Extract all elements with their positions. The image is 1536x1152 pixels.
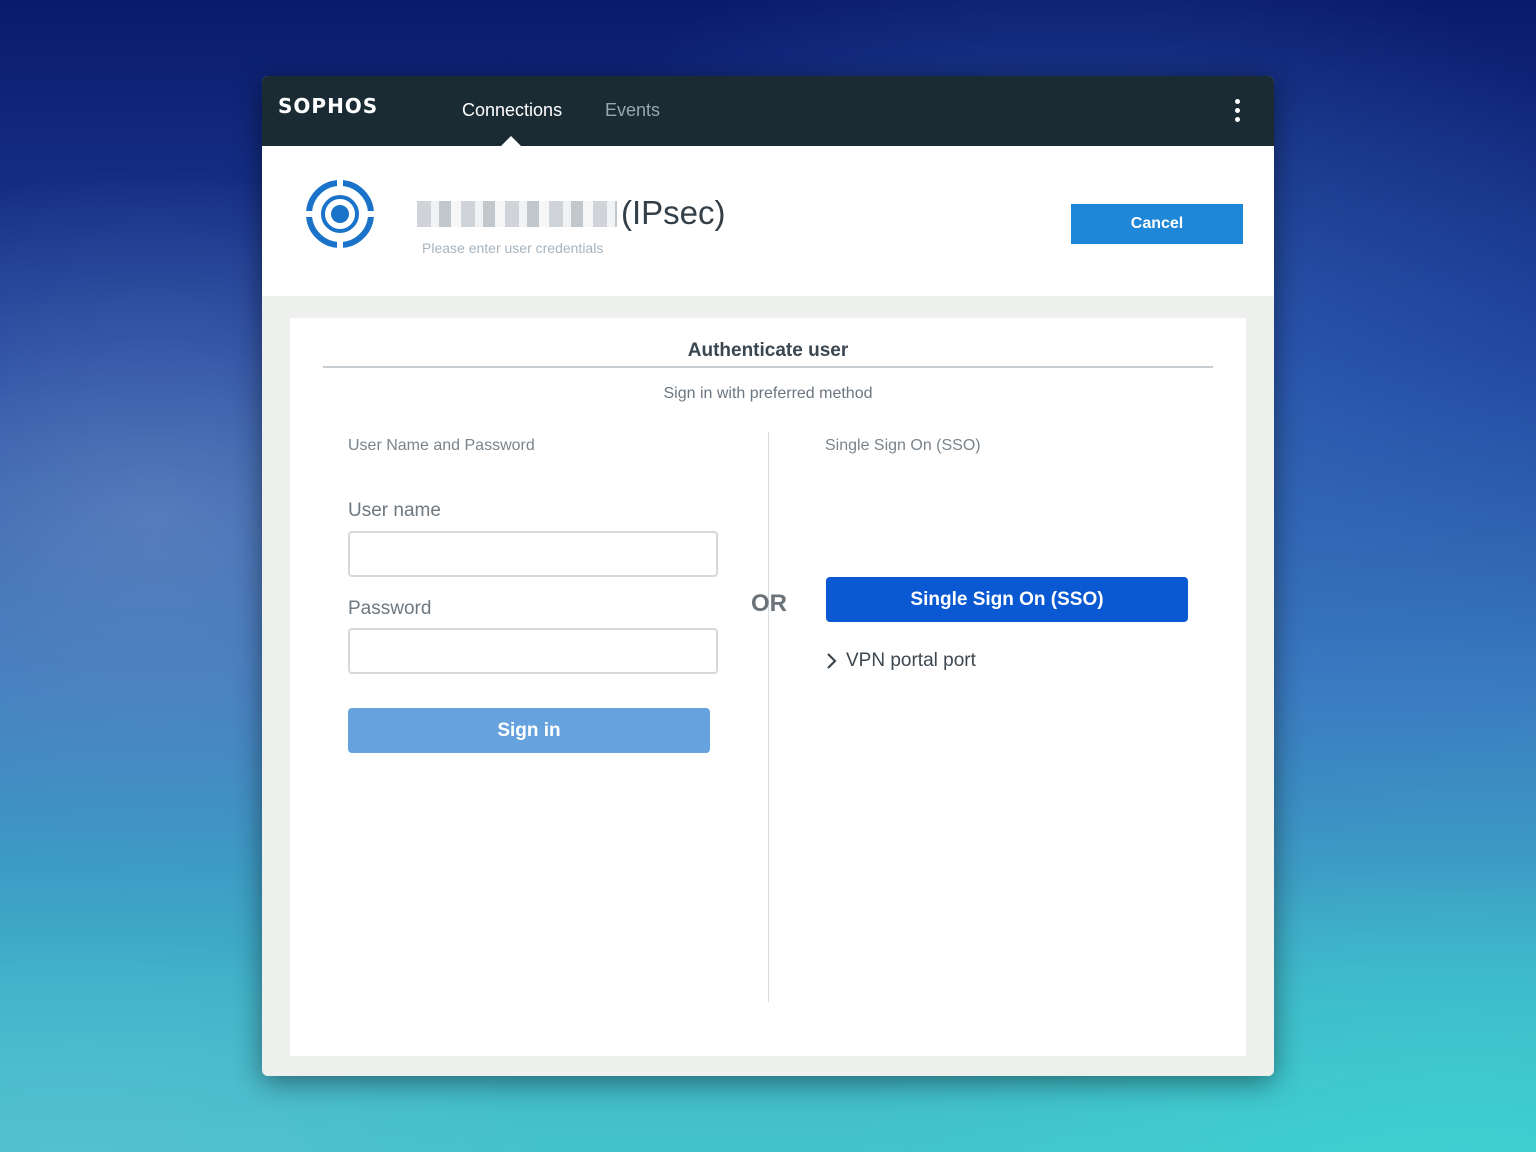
connection-type: (IPsec): [621, 194, 726, 231]
connection-name: (IPsec): [417, 194, 726, 232]
connection-target-icon: [305, 179, 375, 249]
or-separator: OR: [751, 590, 787, 617]
vpn-portal-port-toggle[interactable]: VPN portal port: [826, 650, 976, 672]
vertical-divider: [768, 432, 769, 1002]
username-label: User name: [348, 500, 441, 521]
tab-events[interactable]: Events: [605, 100, 660, 121]
redacted-connection-name: [417, 201, 617, 227]
auth-title: Authenticate user: [687, 340, 849, 361]
sso-heading: Single Sign On (SSO): [825, 437, 981, 454]
sso-button[interactable]: Single Sign On (SSO): [826, 577, 1188, 622]
connection-status-text: Please enter user credentials: [422, 240, 604, 256]
chevron-right-icon: [827, 653, 837, 669]
kebab-menu-icon[interactable]: [1228, 96, 1246, 126]
username-password-heading: User Name and Password: [348, 437, 535, 454]
password-label: Password: [348, 598, 432, 619]
username-input[interactable]: [348, 531, 718, 577]
vpn-portal-port-label: VPN portal port: [846, 650, 976, 671]
sign-in-button[interactable]: Sign in: [348, 708, 710, 753]
tab-connections[interactable]: Connections: [462, 100, 562, 121]
sophos-logo: SOPHOS: [278, 94, 379, 118]
password-input[interactable]: [348, 628, 718, 674]
title-divider: [323, 366, 1213, 368]
auth-subtitle: Sign in with preferred method: [663, 385, 873, 402]
vpn-client-window: SOPHOS Connections Events (IPsec) Please…: [262, 76, 1274, 1076]
top-navigation-bar: SOPHOS Connections Events: [262, 76, 1274, 147]
cancel-button[interactable]: Cancel: [1071, 204, 1243, 244]
authenticate-user-panel: Authenticate user Sign in with preferred…: [290, 318, 1246, 1056]
